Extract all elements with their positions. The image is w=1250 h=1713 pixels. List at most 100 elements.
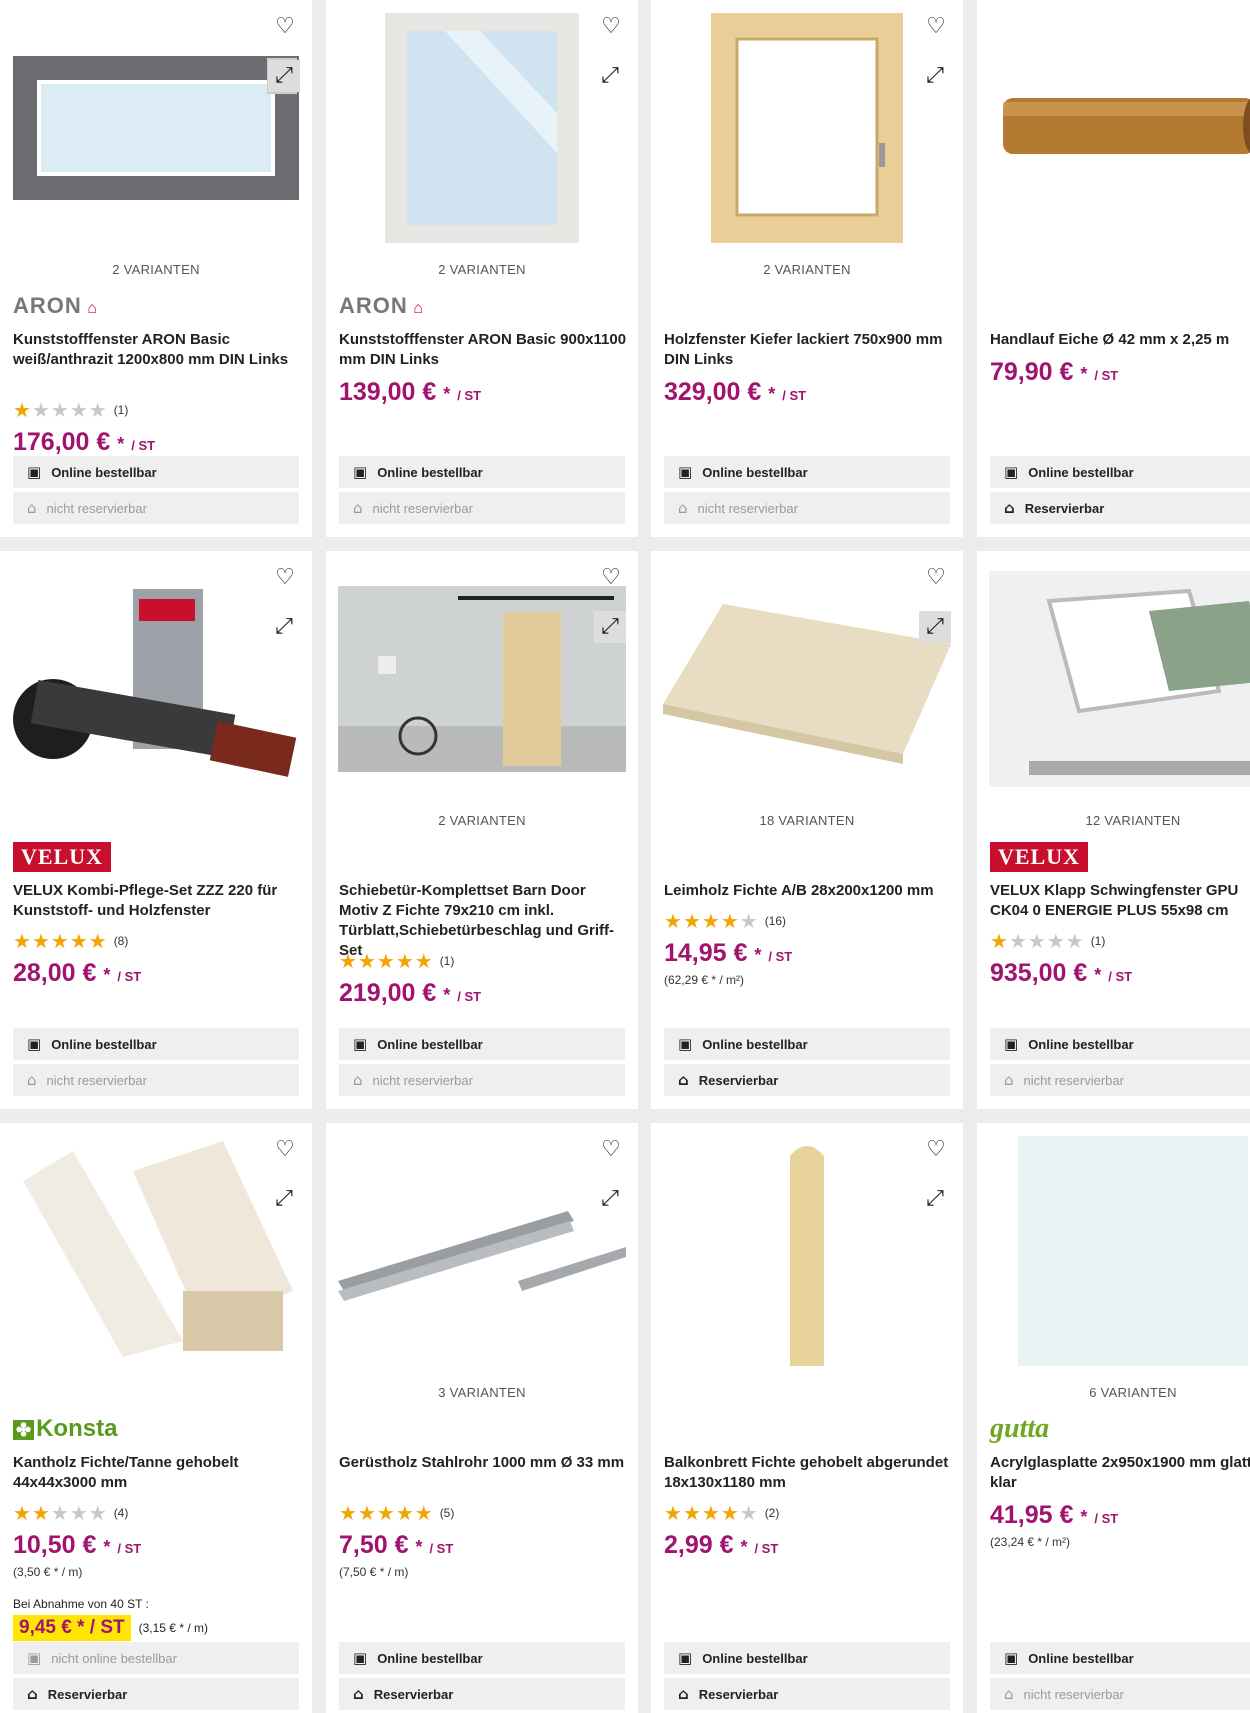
- product-title[interactable]: Holzfenster Kiefer lackiert 750x900 mm D…: [664, 330, 953, 370]
- product-card[interactable]: ♡ ⤢ 3 VARIANTEN Gerüstholz Stahlrohr 1000 m…: [326, 1123, 638, 1713]
- product-image[interactable]: [12, 563, 300, 795]
- product-title[interactable]: Leimholz Fichte A/B 28x200x1200 mm: [664, 881, 953, 901]
- reserve-availability: ⌂ nicht reservierbar: [13, 492, 299, 524]
- product-card[interactable]: ♡Handlauf Eiche Ø 42 mm x 2,25 m79,90 € …: [977, 0, 1250, 537]
- product-card[interactable]: ♡ ⤢ VELUX VELUX Kombi-Pflege-Set ZZZ 220 fü…: [0, 551, 312, 1109]
- favorite-heart-icon[interactable]: ♡: [598, 1137, 624, 1163]
- product-grid: ♡ ⤢ 2 VARIANTEN ARON ⌂ Kunststofffenster ARO…: [0, 0, 1250, 1713]
- star-rating: ★★★★★ (8): [13, 929, 129, 953]
- variants-count: 18 VARIANTEN: [759, 813, 855, 828]
- product-card[interactable]: ♡ ⤢ 18 VARIANTEN Leimholz Fichte A/B 28x200…: [651, 551, 963, 1109]
- brand-logo-gutta: gutta: [990, 1413, 1050, 1444]
- favorite-heart-icon[interactable]: ♡: [272, 14, 298, 40]
- product-title[interactable]: Handlauf Eiche Ø 42 mm x 2,25 m: [990, 330, 1250, 350]
- store-icon: ⌂: [678, 1685, 689, 1703]
- favorite-heart-icon[interactable]: ♡: [923, 565, 949, 591]
- compare-icon[interactable]: ⤢: [919, 1183, 951, 1215]
- online-availability: ▣ Online bestellbar: [664, 1642, 950, 1674]
- product-title[interactable]: VELUX Klapp Schwingfenster GPU CK04 0 EN…: [990, 881, 1250, 921]
- brand-logo: VELUX: [990, 842, 1089, 872]
- shopping-bag-icon: ▣: [27, 1035, 42, 1053]
- product-card[interactable]: ♡ ⤢ 2 VARIANTEN Schiebetür-Komplettset Barn…: [326, 551, 638, 1109]
- online-availability: ▣ Online bestellbar: [990, 1028, 1250, 1060]
- reserve-availability: ⌂ nicht reservierbar: [13, 1064, 299, 1096]
- product-image[interactable]: [12, 1135, 300, 1367]
- shopping-bag-icon: ▣: [1004, 463, 1019, 481]
- bulk-price: 9,45 € * / ST (3,15 € * / m): [13, 1615, 208, 1641]
- product-image[interactable]: [338, 12, 626, 244]
- review-count: (8): [113, 934, 129, 948]
- variants-count: 12 VARIANTEN: [1085, 813, 1181, 828]
- product-title[interactable]: Gerüstholz Stahlrohr 1000 mm Ø 33 mm: [339, 1453, 628, 1473]
- product-image[interactable]: [663, 12, 951, 244]
- product-card[interactable]: ♡ ⤢ 2 VARIANTEN Holzfenster Kiefer lackiert…: [651, 0, 963, 537]
- product-card[interactable]: ♡ ⤢ ✤ Konsta Kantholz Fichte/Tanne gehobelt …: [0, 1123, 312, 1713]
- store-icon: ⌂: [353, 1685, 364, 1703]
- product-image[interactable]: [663, 1135, 951, 1367]
- product-image[interactable]: [989, 563, 1250, 795]
- compare-icon[interactable]: ⤢: [268, 1183, 300, 1215]
- product-price: 176,00 € * / ST: [13, 428, 156, 456]
- review-count: (1): [439, 954, 455, 968]
- reserve-availability: ⌂ Reservierbar: [664, 1064, 950, 1096]
- compare-icon[interactable]: ⤢: [268, 60, 300, 92]
- favorite-heart-icon[interactable]: ♡: [598, 565, 624, 591]
- favorite-heart-icon[interactable]: ♡: [272, 1137, 298, 1163]
- product-image[interactable]: [663, 563, 951, 795]
- product-price: 14,95 € * / ST: [664, 939, 793, 967]
- compare-icon[interactable]: ⤢: [268, 611, 300, 643]
- product-image[interactable]: [12, 12, 300, 244]
- product-title[interactable]: VELUX Kombi-Pflege-Set ZZZ 220 für Kunst…: [13, 881, 302, 921]
- star-rating: ★★★★★ (2): [664, 1501, 780, 1525]
- product-card[interactable]: ♡12 VARIANTENVELUXVELUX Klapp Schwingfen…: [977, 551, 1250, 1109]
- product-image[interactable]: [989, 12, 1250, 244]
- brand-logo-velux: VELUX: [990, 842, 1089, 872]
- favorite-heart-icon[interactable]: ♡: [923, 1137, 949, 1163]
- online-availability: ▣ Online bestellbar: [664, 1028, 950, 1060]
- online-availability: ▣ nicht online bestellbar: [13, 1642, 299, 1674]
- brand-logo-velux: VELUX: [13, 842, 112, 872]
- review-count: (16): [764, 914, 787, 928]
- shopping-bag-icon: ▣: [353, 463, 368, 481]
- star-rating: ★★★★★ (5): [339, 1501, 455, 1525]
- shopping-bag-icon: ▣: [1004, 1649, 1019, 1667]
- product-card[interactable]: ♡6 VARIANTENguttaAcrylglasplatte 2x950x1…: [977, 1123, 1250, 1713]
- compare-icon[interactable]: ⤢: [594, 1183, 626, 1215]
- compare-icon[interactable]: ⤢: [594, 60, 626, 92]
- compare-icon[interactable]: ⤢: [919, 611, 951, 643]
- product-card[interactable]: ♡ ⤢ 2 VARIANTEN ARON ⌂ Kunststofffenster ARO…: [0, 0, 312, 537]
- star-rating: ★★★★★ (16): [664, 909, 787, 933]
- reserve-availability: ⌂ nicht reservierbar: [339, 492, 625, 524]
- store-icon: ⌂: [27, 1685, 38, 1703]
- shopping-bag-icon: ▣: [353, 1649, 368, 1667]
- product-price: 10,50 € * / ST: [13, 1531, 142, 1559]
- product-title[interactable]: Acrylglasplatte 2x950x1900 mm glatt klar: [990, 1453, 1250, 1493]
- favorite-heart-icon[interactable]: ♡: [598, 14, 624, 40]
- store-icon: ⌂: [1004, 1071, 1014, 1089]
- reserve-availability: ⌂ Reservierbar: [664, 1678, 950, 1710]
- product-price: 28,00 € * / ST: [13, 959, 142, 987]
- compare-icon[interactable]: ⤢: [594, 611, 626, 643]
- compare-icon[interactable]: ⤢: [919, 60, 951, 92]
- shopping-bag-icon: ▣: [27, 1649, 42, 1667]
- product-title[interactable]: Kantholz Fichte/Tanne gehobelt 44x44x300…: [13, 1453, 302, 1493]
- favorite-heart-icon[interactable]: ♡: [272, 565, 298, 591]
- online-availability: ▣ Online bestellbar: [990, 1642, 1250, 1674]
- store-icon: ⌂: [27, 1071, 37, 1089]
- product-title[interactable]: Kunststofffenster ARON Basic 900x1100 mm…: [339, 330, 628, 370]
- shopping-bag-icon: ▣: [678, 1649, 693, 1667]
- product-title[interactable]: Balkonbrett Fichte gehobelt abgerundet 1…: [664, 1453, 953, 1493]
- product-image[interactable]: [338, 1135, 626, 1367]
- product-title[interactable]: Kunststofffenster ARON Basic weiß/anthra…: [13, 330, 302, 370]
- store-icon: ⌂: [1004, 499, 1015, 517]
- variants-count: 2 VARIANTEN: [438, 262, 526, 277]
- shopping-bag-icon: ▣: [1004, 1035, 1019, 1053]
- reserve-availability: ⌂ nicht reservierbar: [990, 1678, 1250, 1710]
- product-card[interactable]: ♡ ⤢ 2 VARIANTEN ARON ⌂ Kunststofffenster ARO…: [326, 0, 638, 537]
- product-image[interactable]: [989, 1135, 1250, 1367]
- review-count: (2): [764, 1506, 780, 1520]
- product-card[interactable]: ♡ ⤢ Balkonbrett Fichte gehobelt abgerundet…: [651, 1123, 963, 1713]
- reserve-availability: ⌂ Reservierbar: [13, 1678, 299, 1710]
- favorite-heart-icon[interactable]: ♡: [923, 14, 949, 40]
- product-image[interactable]: [338, 563, 626, 795]
